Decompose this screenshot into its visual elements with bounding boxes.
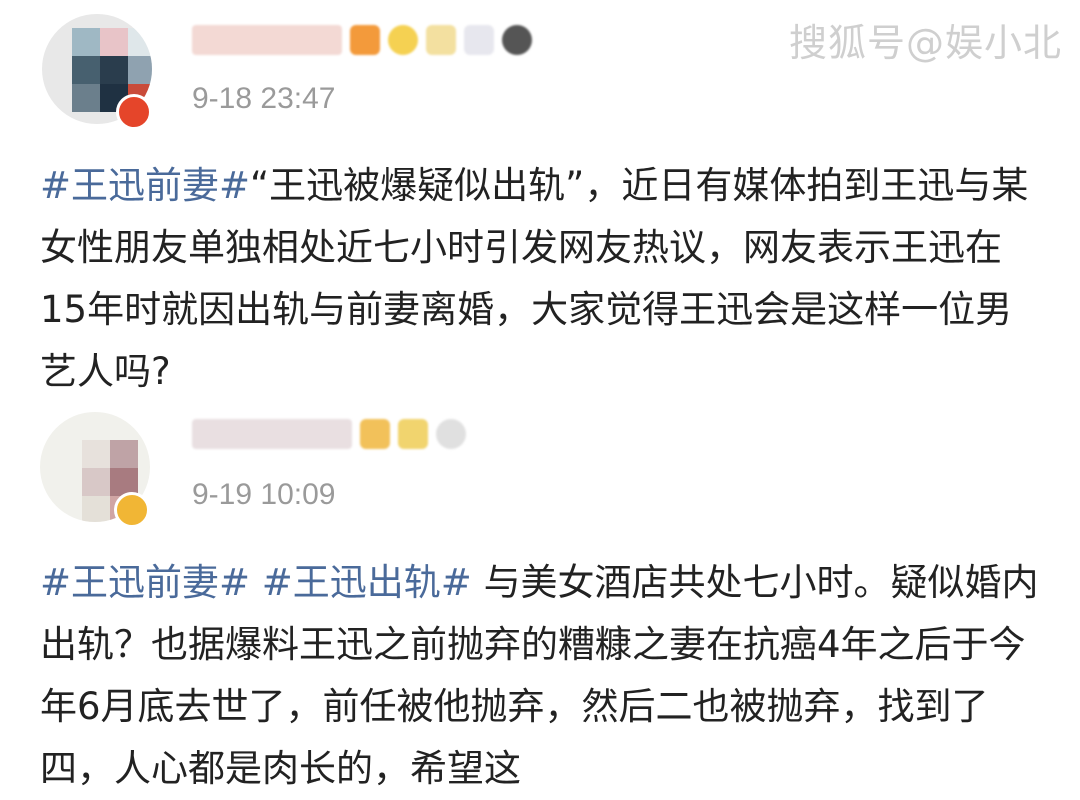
topic-link[interactable]: #王迅前妻# — [40, 164, 250, 207]
medal-icon — [388, 25, 418, 55]
topic-separator — [472, 561, 484, 604]
post-timestamp: 9-19 10:09 — [192, 478, 336, 511]
post-content: #王迅前妻# #王迅出轨# 与美女酒店共处七小时。疑似婚内出轨？也据爆料王迅之前… — [40, 552, 1040, 800]
blurred-username[interactable] — [192, 20, 532, 60]
vip-level-icon — [350, 25, 380, 55]
medal-icon — [398, 419, 428, 449]
topic-separator — [250, 561, 262, 604]
user-badge-icon — [116, 94, 152, 130]
username-redacted-block — [192, 25, 342, 55]
blurred-username[interactable] — [192, 414, 466, 454]
watermark-text: 搜狐号@娱小北 — [788, 21, 1062, 65]
user-badge-icon — [114, 492, 150, 528]
vip-level-icon — [360, 419, 390, 449]
post-timestamp: 9-18 23:47 — [192, 82, 336, 115]
fan-badge-icon — [426, 25, 456, 55]
topic-link[interactable]: #王迅前妻# — [40, 561, 250, 604]
username-redacted-block — [192, 419, 352, 449]
panda-icon — [436, 419, 466, 449]
topic-link[interactable]: #王迅出轨# — [262, 561, 472, 604]
post-content: #王迅前妻#“王迅被爆疑似出轨”，近日有媒体拍到王迅与某女性朋友单独相处近七小时… — [40, 155, 1040, 403]
panda-icon — [502, 25, 532, 55]
verified-icon — [464, 25, 494, 55]
